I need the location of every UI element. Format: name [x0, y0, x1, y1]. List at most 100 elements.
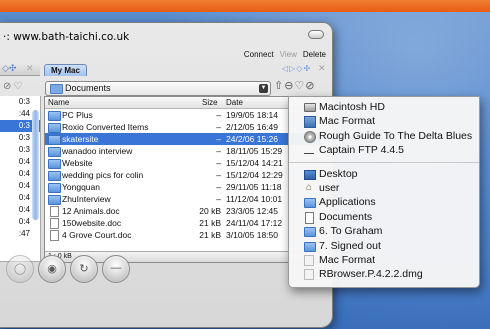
file-size: 20 kB: [199, 206, 221, 216]
close-pane-icon[interactable]: ✕: [318, 63, 326, 74]
table-row[interactable]: Website –15/12/04 14:21: [45, 157, 329, 169]
menu-item[interactable]: ⌂ user: [289, 181, 479, 195]
nav-arrows-icon[interactable]: ◇✣: [2, 63, 16, 74]
document-icon: [50, 206, 59, 217]
column-size[interactable]: Size: [202, 97, 218, 108]
toolbar-icons[interactable]: ⇧⊖♡⊘: [274, 79, 316, 92]
file-name: 150website.doc: [62, 218, 122, 228]
file-date: 19/9/05 18:14: [226, 110, 278, 120]
table-row[interactable]: ZhuInterview –11/12/04 10:01: [45, 193, 329, 205]
file-date: 18/11/05 15:29: [226, 146, 283, 156]
column-date[interactable]: Date: [226, 97, 243, 108]
menu-item[interactable]: 7. Signed out: [289, 239, 479, 253]
table-row[interactable]: PC Plus –19/9/05 18:14: [45, 109, 329, 121]
file-date: 24/2/06 15:26: [226, 134, 278, 144]
left-toolbar-icons[interactable]: ⊘♡: [3, 81, 24, 92]
circle-icon: ◯: [13, 263, 27, 275]
list-item[interactable]: :47: [0, 228, 40, 240]
menu-item[interactable]: Documents: [289, 210, 479, 224]
popup-arrow-icon: ▼: [259, 84, 268, 93]
menu-item[interactable]: Mac Format: [289, 253, 479, 267]
menu-item[interactable]: Captain FTP 4.4.5: [289, 143, 479, 157]
folder-icon: [304, 198, 316, 209]
menu-item[interactable]: Mac Format: [289, 114, 479, 129]
menu-item[interactable]: Desktop: [289, 167, 479, 181]
table-row[interactable]: 4 Grove Court.doc 21 kB 3/10/05 18:50: [45, 229, 329, 241]
connect-round-button[interactable]: ◉: [38, 255, 66, 283]
table-row[interactable]: skatersite –24/2/06 15:26: [45, 133, 329, 145]
file-name: skatersite: [62, 134, 99, 144]
document-icon: [50, 230, 59, 241]
file-size: –: [216, 170, 221, 180]
menu-bar-strip: [0, 0, 490, 12]
action-button-1[interactable]: ◯: [6, 255, 34, 283]
remote-pane-header: ◇✣ ✕: [0, 63, 40, 76]
menu-item[interactable]: Applications: [289, 195, 479, 209]
folder-icon: [48, 159, 61, 169]
refresh-round-button[interactable]: ↻: [70, 255, 98, 283]
close-pane-icon[interactable]: ✕: [26, 63, 34, 74]
table-row[interactable]: wedding pics for colin –15/12/04 12:29: [45, 169, 329, 181]
folder-icon: [48, 123, 61, 133]
table-row[interactable]: Roxio Converted Items –2/12/05 16:49: [45, 121, 329, 133]
desk-icon: [304, 169, 316, 180]
file-size: 21 kB: [199, 218, 221, 228]
table-row[interactable]: wanadoo interview –18/11/05 15:29: [45, 145, 329, 157]
menu-item-label: RBrowser.P.4.2.2.dmg: [319, 268, 423, 281]
table-row[interactable]: Yongquan –29/11/05 11:18: [45, 181, 329, 193]
tab-my-mac[interactable]: My Mac: [44, 64, 87, 76]
file-date: 3/10/05 18:50: [226, 230, 278, 240]
file-date: 29/11/05 11:18: [226, 182, 282, 192]
file-date: 2/12/05 16:49: [226, 122, 278, 132]
menu-item[interactable]: 6. To Graham: [289, 224, 479, 238]
minus-round-button[interactable]: —: [102, 255, 130, 283]
file-date: 15/12/04 12:29: [226, 170, 283, 180]
menu-item-label: Mac Format: [319, 253, 376, 266]
folder-icon: [48, 135, 61, 145]
menu-item-label: Mac Format: [319, 115, 376, 128]
file-size: –: [216, 158, 221, 168]
folder-icon: [304, 227, 316, 238]
scrollbar[interactable]: [32, 110, 39, 220]
view-link[interactable]: View: [280, 50, 297, 59]
cd-icon: [304, 130, 316, 143]
plain-icon: [304, 269, 314, 281]
file-name: wanadoo interview: [62, 146, 133, 156]
delete-link[interactable]: Delete: [303, 50, 326, 59]
menu-item-label: 6. To Graham: [319, 225, 383, 238]
document-icon: [50, 218, 59, 229]
file-size: –: [216, 146, 221, 156]
path-popup-menu[interactable]: Documents ▼: [45, 81, 271, 96]
pane-nav-arrows-icon[interactable]: ◁▷◇✣: [282, 64, 311, 73]
file-date: 11/12/04 10:01: [226, 194, 283, 204]
connect-link[interactable]: Connect: [244, 50, 274, 59]
file-name: 12 Animals.doc: [62, 206, 120, 216]
file-size: 21 kB: [199, 230, 221, 240]
file-name: Yongquan: [62, 182, 100, 192]
menu-item[interactable]: RBrowser.P.4.2.2.dmg: [289, 267, 479, 281]
file-date: 15/12/04 14:21: [226, 158, 283, 168]
file-size: –: [216, 182, 221, 192]
remote-file-list[interactable]: 0:3:44 0:3 0:3 0:3 0:4 0:4 0:4 0:4 0:4 0:4:47: [0, 96, 41, 262]
file-size: –: [216, 122, 221, 132]
file-size: –: [216, 110, 221, 120]
table-row[interactable]: 12 Animals.doc 20 kB 23/3/05 12:45: [45, 205, 329, 217]
folder-icon: [304, 241, 316, 252]
menu-item-label: Desktop: [319, 167, 358, 180]
column-name[interactable]: Name: [48, 97, 69, 108]
file-name: PC Plus: [62, 110, 93, 120]
menu-item-label: Applications: [319, 196, 376, 209]
menu-item[interactable]: Rough Guide To The Delta Blues: [289, 129, 479, 143]
list-item[interactable]: 0:3: [0, 96, 40, 108]
path-context-menu: Macintosh HD Mac Format Rough Guide To The…: [288, 96, 480, 288]
file-name: wedding pics for colin: [62, 170, 144, 180]
path-label: Documents: [65, 83, 111, 93]
table-row[interactable]: 150website.doc 21 kB 24/11/04 17:12: [45, 217, 329, 229]
menu-item-label: user: [319, 181, 340, 194]
file-size: –: [216, 194, 221, 204]
file-date: 24/11/04 17:12: [226, 218, 283, 228]
eye-icon: ◉: [47, 263, 57, 275]
menu-item[interactable]: Macintosh HD: [289, 100, 479, 114]
toolbar-toggle-button[interactable]: [308, 30, 324, 39]
menu-separator: [289, 161, 479, 163]
